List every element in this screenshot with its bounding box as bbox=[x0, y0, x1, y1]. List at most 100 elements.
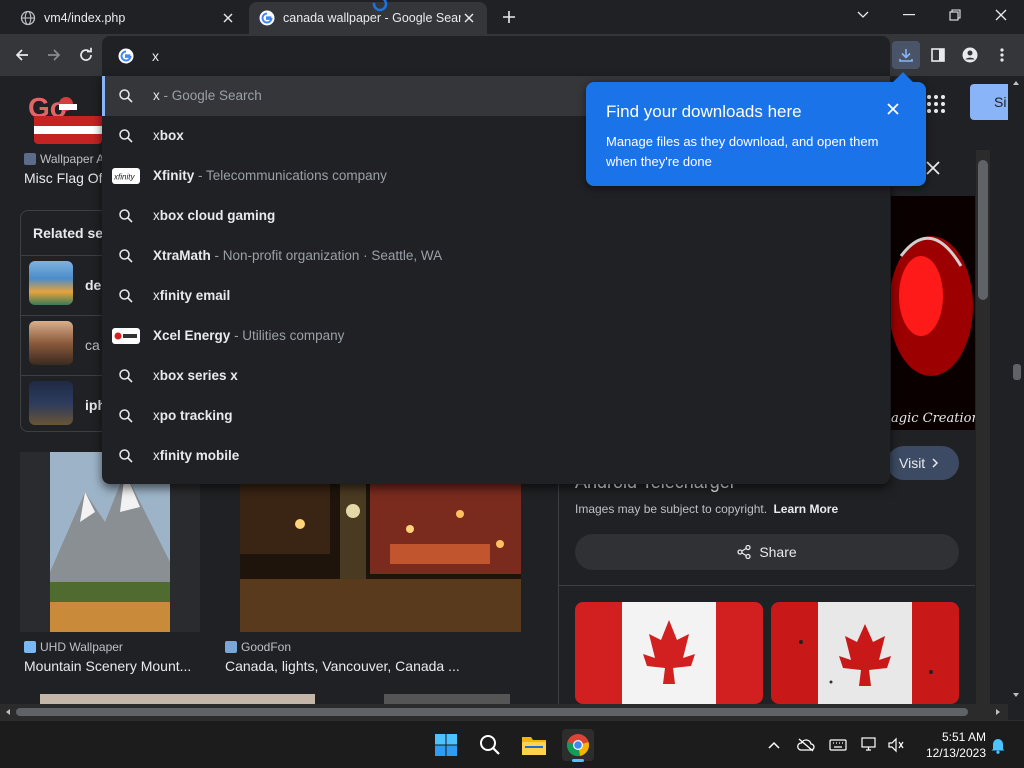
flag-thumbnail[interactable] bbox=[34, 116, 102, 144]
visit-button[interactable]: Visit bbox=[887, 446, 959, 480]
notifications-button[interactable] bbox=[988, 735, 1008, 755]
close-preview-button[interactable] bbox=[925, 160, 945, 180]
bubble-body: Manage files as they download, and open … bbox=[606, 134, 879, 169]
suggestion-rest: finity bbox=[162, 168, 195, 183]
volume-tray-icon[interactable] bbox=[886, 735, 906, 755]
reload-button[interactable] bbox=[72, 41, 100, 69]
preview-scrollbar[interactable] bbox=[976, 150, 990, 704]
tab-search-button[interactable] bbox=[840, 0, 886, 30]
chrome-icon bbox=[567, 734, 589, 757]
site-favicon-icon bbox=[24, 153, 36, 165]
scroll-left-icon[interactable] bbox=[3, 704, 13, 720]
profile-button[interactable] bbox=[956, 41, 984, 69]
close-tab-icon[interactable] bbox=[461, 10, 477, 26]
address-bar[interactable]: x bbox=[102, 36, 890, 76]
copyright-text: Images may be subject to copyright. bbox=[575, 502, 768, 516]
close-icon bbox=[995, 9, 1007, 21]
search-icon bbox=[119, 209, 133, 223]
minimize-button[interactable] bbox=[886, 0, 932, 30]
image-result-partial[interactable] bbox=[384, 694, 510, 704]
scroll-right-icon[interactable] bbox=[993, 704, 1003, 720]
menu-button[interactable] bbox=[988, 41, 1016, 69]
back-button[interactable] bbox=[8, 41, 36, 69]
related-thumbnail[interactable] bbox=[29, 321, 73, 365]
close-window-button[interactable] bbox=[978, 0, 1024, 30]
tab-title: vm4/index.php bbox=[44, 11, 126, 25]
learn-more-link[interactable]: Learn More bbox=[773, 502, 838, 516]
restore-icon bbox=[949, 9, 961, 21]
preview-image[interactable]: agic Creations bbox=[891, 196, 975, 430]
source-name: GoodFon bbox=[241, 640, 292, 654]
horizontal-scrollbar[interactable] bbox=[0, 704, 1008, 720]
image-result-partial[interactable] bbox=[40, 694, 315, 704]
related-thumbnail[interactable] bbox=[29, 381, 73, 425]
start-button[interactable] bbox=[430, 729, 462, 761]
related-searches-title: Related se bbox=[33, 225, 104, 241]
restore-button[interactable] bbox=[932, 0, 978, 30]
downloads-button[interactable] bbox=[892, 41, 920, 69]
new-tab-button[interactable] bbox=[498, 6, 520, 28]
result-caption[interactable]: Canada, lights, Vancouver, Canada ... bbox=[225, 658, 525, 674]
suggestion-match: X bbox=[153, 248, 163, 263]
clock-date: 12/13/2023 bbox=[925, 746, 986, 760]
suggestion-item[interactable]: Xcel Energy - Utilities company bbox=[102, 316, 890, 356]
suggestion-match: X bbox=[153, 168, 163, 183]
related-thumbnail[interactable] bbox=[29, 261, 73, 305]
close-tab-icon[interactable] bbox=[220, 10, 236, 26]
share-button[interactable]: Share bbox=[575, 534, 959, 570]
suggestion-desc: - Telecommunications company bbox=[194, 168, 387, 183]
related-item-2[interactable]: ca bbox=[85, 337, 100, 353]
chevron-right-icon bbox=[932, 458, 939, 468]
chrome-taskbar-button[interactable] bbox=[562, 729, 594, 762]
tab-canada-wallpaper[interactable]: canada wallpaper - Google Search bbox=[249, 2, 487, 34]
suggestion-rest: traMath bbox=[162, 248, 211, 263]
side-panel-button[interactable] bbox=[924, 41, 952, 69]
result-caption[interactable]: Mountain Scenery Mount... bbox=[24, 658, 200, 674]
show-hidden-icons-button[interactable] bbox=[764, 735, 784, 755]
related-item-1[interactable]: de bbox=[85, 277, 101, 293]
scrollbar-thumb[interactable] bbox=[978, 160, 988, 300]
loading-spinner-icon bbox=[370, 0, 390, 14]
search-icon bbox=[119, 89, 133, 103]
arrow-left-icon bbox=[15, 49, 28, 61]
windows-logo-icon bbox=[435, 734, 457, 756]
network-tray-icon[interactable] bbox=[860, 735, 880, 755]
keyboard-icon bbox=[829, 739, 847, 751]
suggestion-item[interactable]: xbox cloud gaming bbox=[102, 196, 890, 236]
bubble-close-button[interactable] bbox=[886, 102, 902, 118]
suggestion-desc: - Utilities company bbox=[230, 328, 345, 343]
sign-in-button[interactable]: Si bbox=[970, 84, 1008, 120]
suggestion-item[interactable]: xpo tracking bbox=[102, 396, 890, 436]
side-panel-icon bbox=[931, 48, 945, 62]
apps-grid-icon[interactable] bbox=[926, 94, 946, 114]
taskbar-search-button[interactable] bbox=[474, 729, 506, 761]
scrollbar-thumb[interactable] bbox=[1013, 364, 1021, 380]
address-bar-text[interactable]: x bbox=[152, 48, 159, 64]
keyboard-tray-icon[interactable] bbox=[828, 735, 848, 755]
related-image-flag[interactable] bbox=[771, 602, 959, 704]
vertical-scrollbar[interactable] bbox=[1008, 76, 1024, 704]
suggestion-match: x bbox=[153, 448, 160, 463]
scroll-up-icon[interactable] bbox=[1008, 78, 1024, 88]
suggestion-rest: box series x bbox=[159, 368, 238, 383]
scroll-down-icon[interactable] bbox=[1008, 690, 1024, 700]
suggestion-item[interactable]: xfinity mobile bbox=[102, 436, 890, 476]
file-explorer-button[interactable] bbox=[518, 729, 550, 761]
tab-vm4[interactable]: vm4/index.php bbox=[10, 2, 246, 34]
scrollbar-thumb[interactable] bbox=[16, 708, 968, 716]
suggestion-item[interactable]: xbox series x bbox=[102, 356, 890, 396]
search-icon bbox=[480, 735, 500, 755]
source-name: Wallpaper A bbox=[40, 152, 105, 166]
suggestion-rest: box cloud gaming bbox=[159, 208, 276, 223]
system-clock[interactable]: 5:51 AM 12/13/2023 bbox=[914, 729, 986, 761]
suggestion-item[interactable]: XtraMath - Non-profit organization · Sea… bbox=[102, 236, 890, 276]
bell-icon bbox=[991, 739, 1005, 754]
related-image-flag[interactable] bbox=[575, 602, 763, 704]
forward-button[interactable] bbox=[40, 41, 68, 69]
image-result-vancouver[interactable] bbox=[240, 484, 521, 632]
result-caption[interactable]: Misc Flag Of bbox=[24, 170, 104, 186]
reload-icon bbox=[80, 47, 92, 61]
suggestion-item[interactable]: xfinity email bbox=[102, 276, 890, 316]
onedrive-tray-icon[interactable] bbox=[796, 735, 816, 755]
suggestion-match: x bbox=[153, 288, 160, 303]
